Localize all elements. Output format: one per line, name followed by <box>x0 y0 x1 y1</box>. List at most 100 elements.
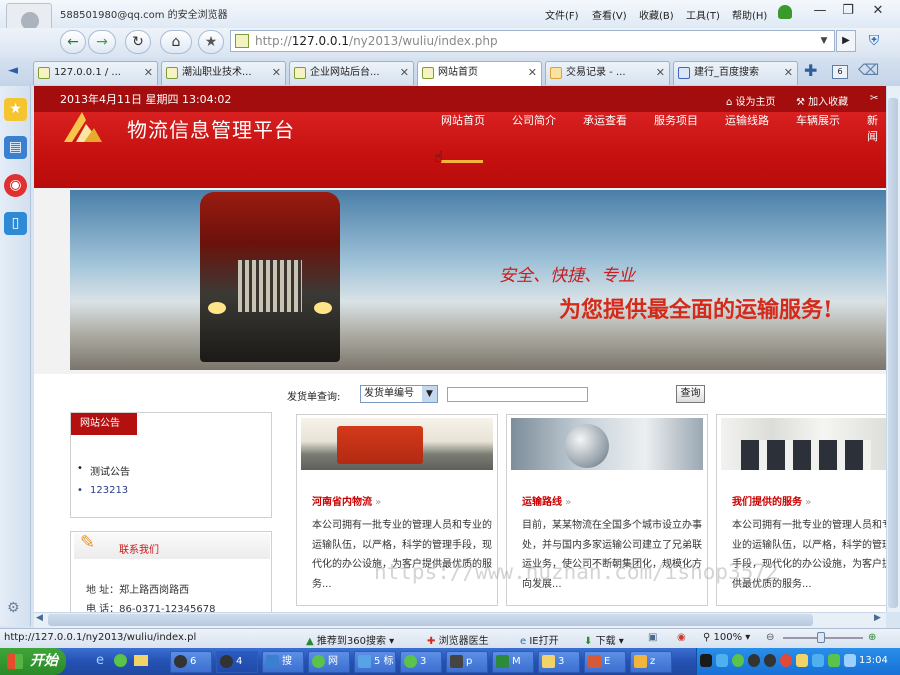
tab-chaoshan[interactable]: 潮汕职业技术... ✕ <box>161 61 286 85</box>
tray-app-icon[interactable] <box>828 654 840 667</box>
tab-enterprise-admin[interactable]: 企业网站后台... ✕ <box>289 61 414 85</box>
chevron-down-icon[interactable]: ▼ <box>816 33 832 49</box>
close-icon[interactable]: ✕ <box>656 62 665 84</box>
favorites-star-icon[interactable]: ★ <box>4 98 27 121</box>
contact-title: 联系我们 <box>119 545 159 556</box>
scroll-left-icon[interactable]: ◀ <box>36 613 43 623</box>
address-bar[interactable]: http://127.0.0.1/ny2013/wuliu/index.php … <box>230 30 835 52</box>
go-button[interactable]: ▶ <box>836 30 856 52</box>
tab-list-icon[interactable]: 6 <box>832 65 848 79</box>
zoom-slider-knob[interactable] <box>817 632 825 643</box>
task-360[interactable]: 3 <box>400 651 442 673</box>
tray-volume-icon[interactable] <box>844 654 856 667</box>
zoom-out-icon[interactable]: ⊖ <box>766 632 774 643</box>
nav-news[interactable]: 新闻 <box>867 112 886 144</box>
task-qq-1[interactable]: 6 <box>170 651 212 673</box>
tray-app-icon[interactable] <box>812 654 824 667</box>
tray-display-icon[interactable] <box>716 654 728 667</box>
add-favorite-link[interactable]: ⚒ 加入收藏 <box>796 93 848 108</box>
query-input[interactable] <box>447 387 588 402</box>
weibo-icon[interactable]: ◉ <box>4 174 27 197</box>
task-app-e[interactable]: E <box>584 651 626 673</box>
screen-icon[interactable]: ▣ <box>648 632 657 643</box>
ie-quicklaunch-icon[interactable]: e <box>96 653 104 668</box>
shirt-icon[interactable] <box>778 5 792 19</box>
sidebar-toggle-icon[interactable]: ◄ <box>8 63 18 78</box>
360-quicklaunch-icon[interactable] <box>114 654 127 667</box>
browser-doctor-button[interactable]: ✚ 浏览器医生 <box>427 632 489 647</box>
download-button[interactable]: ⬇ 下载 ▾ <box>584 632 624 647</box>
nav-vehicles[interactable]: 车辆展示 <box>796 112 840 128</box>
tab-phpmyadmin[interactable]: 127.0.0.1 / ... ✕ <box>33 61 158 85</box>
task-folders[interactable]: 3 <box>538 651 580 673</box>
horizontal-scroll-thumb[interactable] <box>48 614 813 626</box>
watermark-text: https://www.huzhan.com/ishop3572 <box>374 560 779 584</box>
menu-view[interactable]: 查看(V) <box>592 7 627 22</box>
back-button[interactable]: ← <box>60 30 86 54</box>
tray-app-icon[interactable] <box>796 654 808 667</box>
start-button[interactable]: 开始 <box>0 648 66 675</box>
tab-home-active[interactable]: 网站首页 ✕ <box>417 61 542 86</box>
nav-about[interactable]: 公司简介 <box>512 112 556 128</box>
nav-routes[interactable]: 运输线路 <box>725 112 769 128</box>
new-tab-icon[interactable]: ✚ <box>804 61 817 80</box>
query-type-select[interactable]: 发货单编号 ▼ <box>360 385 438 403</box>
task-player[interactable]: p <box>446 651 488 673</box>
menu-favorites[interactable]: 收藏(B) <box>639 7 674 22</box>
tab-baidu[interactable]: 建行_百度搜索 ✕ <box>673 61 798 85</box>
shield-icon[interactable]: ⛨ <box>862 30 886 52</box>
minimize-button[interactable]: — <box>808 2 832 20</box>
favorite-star-icon[interactable]: ★ <box>198 30 224 54</box>
close-button[interactable]: ✕ <box>866 2 890 20</box>
tray-alert-icon[interactable] <box>780 654 792 667</box>
zoom-in-icon[interactable]: ⊕ <box>868 632 876 643</box>
tray-network-icon[interactable] <box>700 654 712 667</box>
forward-button[interactable]: → <box>88 30 116 54</box>
tray-qq-icon[interactable] <box>748 654 760 667</box>
truck-headlight <box>314 302 332 314</box>
menu-tools[interactable]: 工具(T) <box>686 7 720 22</box>
trash-icon[interactable]: ⌫ <box>858 61 879 79</box>
close-icon[interactable]: ✕ <box>784 62 793 84</box>
folder-quicklaunch-icon[interactable] <box>134 655 148 666</box>
nav-services[interactable]: 服务项目 <box>654 112 698 128</box>
refresh-icon[interactable]: ↻ <box>125 30 151 54</box>
close-icon[interactable]: ✕ <box>400 62 409 84</box>
task-browser[interactable]: 网 <box>308 651 350 673</box>
volume-icon[interactable]: ◉ <box>677 632 686 643</box>
settings-gear-icon[interactable]: ⚙ <box>7 600 20 616</box>
tray-360-icon[interactable] <box>732 654 744 667</box>
zoom-level[interactable]: ⚲ 100% ▾ <box>703 632 750 643</box>
task-editor[interactable]: 5 标 <box>354 651 396 673</box>
close-icon[interactable]: ✕ <box>272 62 281 84</box>
ie-open-button[interactable]: e IE打开 <box>520 632 559 647</box>
card-title[interactable]: 运输路线 » <box>522 493 571 508</box>
task-excel[interactable]: M <box>492 651 534 673</box>
url-path: /ny2013/wuliu/index.php <box>349 34 498 48</box>
more-link-icon[interactable]: ✂ <box>870 93 878 104</box>
task-qq-2[interactable]: 4 <box>216 651 258 673</box>
recommend-360-button[interactable]: ▲ 推荐到360搜索 ▾ <box>306 632 394 647</box>
news-icon[interactable]: ▤ <box>4 136 27 159</box>
home-icon[interactable]: ⌂ <box>160 30 192 54</box>
set-homepage-link[interactable]: ⌂ 设为主页 <box>726 93 776 108</box>
card-title[interactable]: 河南省内物流 » <box>312 493 381 508</box>
menu-file[interactable]: 文件(F) <box>545 7 579 22</box>
nav-carrier[interactable]: 承运查看 <box>583 112 627 128</box>
card-title[interactable]: 我们提供的服务 » <box>732 493 811 508</box>
nav-home[interactable]: 网站首页 <box>441 112 485 128</box>
tab-transactions[interactable]: 交易记录 - ... ✕ <box>545 61 670 85</box>
tray-qq-icon[interactable] <box>764 654 776 667</box>
maximize-button[interactable]: ❐ <box>836 2 860 20</box>
task-app-z[interactable]: z <box>630 651 672 673</box>
notice-item[interactable]: 测试公告 <box>77 463 130 478</box>
mobile-icon[interactable]: ▯ <box>4 212 27 235</box>
close-icon[interactable]: ✕ <box>528 62 537 84</box>
vertical-scroll-thumb[interactable] <box>888 98 898 608</box>
scroll-right-icon[interactable]: ▶ <box>874 613 881 623</box>
menu-help[interactable]: 帮助(H) <box>732 7 767 22</box>
task-search[interactable]: 搜 <box>262 651 304 673</box>
close-icon[interactable]: ✕ <box>144 62 153 84</box>
notice-item[interactable]: 123213 <box>77 485 128 496</box>
query-button[interactable]: 查询 <box>676 385 705 403</box>
